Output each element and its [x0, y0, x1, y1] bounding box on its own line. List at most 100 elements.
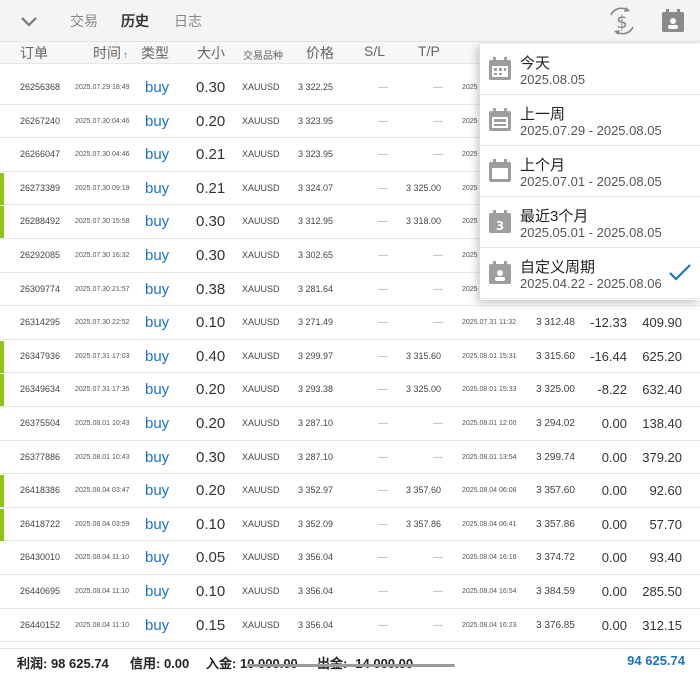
- table-row[interactable]: 26418722 2025.08.04 03:59 buy 0.10 XAUUSD 3 3…: [0, 508, 700, 542]
- close-time: 2025.08.04 16:23: [462, 621, 517, 629]
- trade-type: buy: [145, 448, 170, 466]
- open-time: 2025.07.30 04:46: [75, 117, 130, 125]
- profit-value: 92.60: [649, 483, 682, 499]
- open-time: 2025.07.31 17:03: [75, 352, 130, 360]
- profit-value: 57.70: [649, 516, 682, 532]
- period-title: 上个月: [520, 157, 566, 174]
- order-id: 26418386: [20, 485, 61, 496]
- col-size[interactable]: 大小: [197, 43, 225, 63]
- calendar-week-icon: [489, 108, 511, 131]
- close-price: 3 374.72: [536, 552, 575, 564]
- open-price: 3 356.04: [298, 585, 334, 596]
- period-title: 自定义周期: [520, 259, 596, 276]
- trade-type: buy: [145, 213, 170, 231]
- close-time: 2025.08.04 16:54: [462, 587, 517, 595]
- open-price: 3 299.97: [298, 350, 334, 361]
- take-profit: —: [433, 115, 443, 127]
- close-price: 3 357.86: [536, 518, 575, 530]
- open-time: 2025.08.04 03:59: [75, 520, 130, 528]
- take-profit: —: [433, 585, 443, 597]
- period-option[interactable]: 今天 2025.08.05: [480, 44, 700, 95]
- trade-type: buy: [145, 482, 170, 500]
- stop-loss: —: [378, 283, 388, 295]
- trade-size: 0.40: [196, 347, 226, 365]
- scroll-indicator[interactable]: [247, 664, 455, 667]
- take-profit: —: [433, 417, 443, 429]
- order-id: 26440152: [20, 619, 61, 630]
- close-time: 2025: [462, 184, 478, 192]
- trade-size: 0.30: [196, 448, 226, 466]
- tab-trade[interactable]: 交易: [70, 11, 98, 31]
- period-option[interactable]: 自定义周期 2025.04.22 - 2025.08.06: [480, 248, 700, 299]
- order-id: 26266047: [20, 149, 61, 160]
- stop-loss: —: [378, 317, 388, 329]
- open-price: 3 356.04: [298, 552, 334, 563]
- period-option[interactable]: 3 最近3个月 2025.05.01 - 2025.08.05: [480, 197, 700, 248]
- trade-symbol: XAUUSD: [242, 249, 280, 260]
- take-profit: —: [433, 451, 443, 463]
- trade-size: 0.10: [196, 515, 226, 533]
- trade-type: buy: [145, 414, 170, 432]
- open-price: 3 323.95: [298, 115, 334, 126]
- col-tp[interactable]: T/P: [418, 43, 440, 59]
- open-time: 2025.07.29 18:49: [75, 84, 130, 91]
- close-time: 2025.08.01 13:54: [462, 453, 517, 461]
- close-time: 2025.08.01 12:00: [462, 419, 517, 427]
- currency-swap-icon[interactable]: $: [608, 7, 636, 35]
- period-range: 2025.08.05: [520, 72, 586, 87]
- calendar-icon[interactable]: [659, 7, 687, 35]
- open-time: 2025.07.30 15:58: [75, 218, 130, 226]
- open-time: 2025.07.30 21:57: [75, 285, 130, 293]
- col-price[interactable]: 价格: [306, 43, 334, 63]
- period-option[interactable]: 上个月 2025.07.01 - 2025.08.05: [480, 146, 700, 197]
- open-time: 2025.08.04 03:47: [75, 487, 130, 495]
- open-price: 3 324.07: [298, 182, 334, 193]
- trade-type: buy: [145, 616, 170, 634]
- col-sl[interactable]: S/L: [364, 43, 385, 59]
- swap-value: -16.44: [590, 348, 627, 364]
- sort-arrow-icon: ↑: [123, 50, 128, 61]
- period-range: 2025.07.29 - 2025.08.05: [520, 123, 662, 138]
- col-time[interactable]: 时间 ↑: [93, 43, 128, 63]
- trade-symbol: XAUUSD: [242, 149, 280, 160]
- trade-type: buy: [145, 79, 170, 96]
- order-id: 26256368: [20, 82, 61, 92]
- trade-size: 0.30: [196, 246, 226, 264]
- open-price: 3 281.64: [298, 283, 334, 294]
- table-row[interactable]: 26440152 2025.08.04 11:10 buy 0.15 XAUUSD 3 3…: [0, 609, 700, 643]
- table-row[interactable]: 26314295 2025.07.30 22:52 buy 0.10 XAUUSD 3 2…: [0, 306, 700, 340]
- tab-history[interactable]: 历史: [121, 11, 149, 31]
- stop-loss: —: [378, 552, 388, 564]
- table-row[interactable]: 26418386 2025.08.04 03:47 buy 0.20 XAUUSD 3 3…: [0, 474, 700, 508]
- col-order[interactable]: 订单: [20, 43, 48, 63]
- period-range: 2025.05.01 - 2025.08.05: [520, 225, 662, 240]
- profit-value: 632.40: [642, 382, 682, 398]
- open-price: 3 352.09: [298, 518, 334, 529]
- trade-size: 0.10: [196, 582, 226, 600]
- table-row[interactable]: 26349634 2025.07.31 17:35 buy 0.20 XAUUSD 3 2…: [0, 373, 700, 407]
- take-profit: 3 318.00: [406, 216, 442, 227]
- trade-type: buy: [145, 347, 170, 365]
- trade-size: 0.15: [196, 616, 226, 634]
- table-row[interactable]: 26430010 2025.08.04 11:10 buy 0.05 XAUUSD 3 3…: [0, 541, 700, 575]
- col-symbol[interactable]: 交易品种: [243, 47, 283, 62]
- close-price: 3 357.60: [536, 485, 575, 497]
- trade-type: buy: [145, 246, 170, 264]
- table-row[interactable]: 26377886 2025.08.01 10:43 buy 0.30 XAUUSD 3 2…: [0, 441, 700, 475]
- open-time: 2025.08.04 11:10: [75, 587, 129, 595]
- chevron-down-icon[interactable]: [18, 12, 40, 30]
- table-row[interactable]: 26347936 2025.07.31 17:03 buy 0.40 XAUUSD 3 2…: [0, 340, 700, 374]
- col-type[interactable]: 类型: [141, 43, 169, 63]
- period-option[interactable]: 上一周 2025.07.29 - 2025.08.05: [480, 95, 700, 146]
- open-time: 2025.08.01 10:43: [75, 453, 130, 461]
- trade-symbol: XAUUSD: [242, 485, 280, 496]
- order-id: 26288492: [20, 216, 61, 227]
- table-row[interactable]: 26375504 2025.08.01 10:43 buy 0.20 XAUUSD 3 2…: [0, 407, 700, 441]
- close-time: 2025: [462, 84, 478, 91]
- table-row[interactable]: 26440695 2025.08.04 11:10 buy 0.10 XAUUSD 3 3…: [0, 575, 700, 609]
- close-time: 2025.08.01 15:33: [462, 386, 517, 394]
- trade-size: 0.20: [196, 414, 226, 432]
- tab-journal[interactable]: 日志: [174, 11, 202, 31]
- order-id: 26440695: [20, 585, 61, 596]
- open-time: 2025.08.04 11:10: [75, 621, 129, 629]
